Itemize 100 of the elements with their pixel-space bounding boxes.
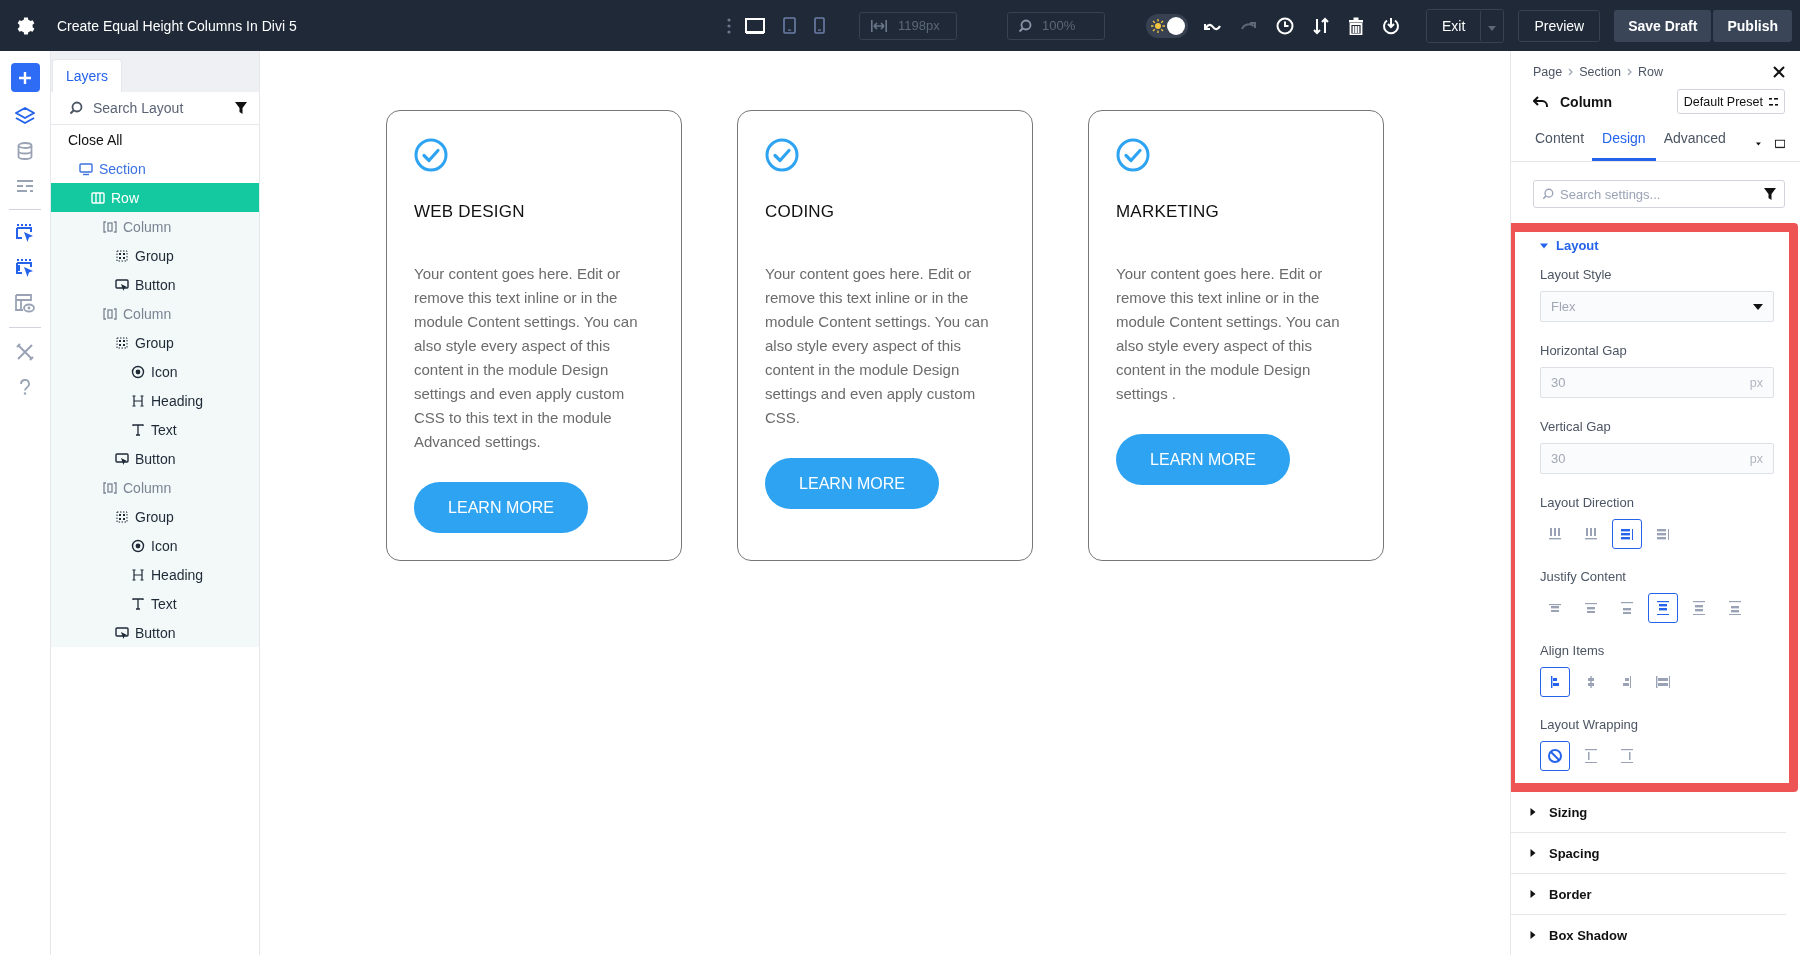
align-option-icon [1551, 676, 1559, 688]
more-options-icon[interactable] [727, 17, 731, 34]
sun-icon [1151, 18, 1166, 33]
settings-tab[interactable]: Advanced [1661, 126, 1728, 161]
element-name: Column [1560, 93, 1613, 110]
field-label: Vertical Gap [1540, 419, 1612, 434]
trash-icon[interactable] [1348, 16, 1365, 35]
plus-icon [18, 70, 32, 85]
section-layer-icon [79, 161, 93, 176]
direction-option-icon [1656, 528, 1670, 540]
settings-group-toggle[interactable]: Box Shadow [1511, 915, 1786, 955]
justify-option-icon [1693, 600, 1705, 616]
layer-item[interactable]: Column [51, 299, 259, 328]
check-circle-icon [414, 138, 448, 172]
field-label: Justify Content [1540, 569, 1627, 584]
save-draft-button[interactable]: Save Draft [1614, 9, 1712, 42]
breadcrumb-link[interactable]: Page [1533, 65, 1563, 79]
icon-layer-icon [131, 364, 145, 379]
publish-button[interactable]: Publish [1713, 9, 1792, 42]
justify-option-icon [1549, 603, 1561, 613]
layer-item[interactable]: Text [51, 415, 259, 444]
layer-item[interactable]: Button [51, 270, 259, 299]
direction-option-button[interactable] [1612, 519, 1642, 549]
layer-item[interactable]: Section [51, 154, 259, 183]
breadcrumb-link[interactable]: Row [1637, 65, 1663, 79]
field-label: Align Items [1540, 643, 1606, 658]
history-icon[interactable] [1276, 16, 1295, 35]
column-layer-icon [103, 306, 117, 321]
column-layer-icon [103, 219, 117, 234]
check-circle-icon [1116, 138, 1150, 172]
sort-icon[interactable] [1312, 16, 1331, 35]
layer-item[interactable]: Column [51, 473, 259, 502]
align-option-icon [1622, 676, 1632, 688]
layer-item[interactable]: Icon [51, 531, 259, 560]
unit-label: px [1749, 375, 1763, 390]
settings-tab[interactable]: Content [1533, 126, 1587, 161]
layers-tab[interactable]: Layers [52, 59, 123, 92]
preview-button[interactable]: Preview [1518, 9, 1601, 42]
chevron-right-icon [1568, 68, 1574, 76]
layout-group-toggle[interactable]: Layout [1540, 238, 1599, 253]
card-heading: MARKETING [1116, 202, 1219, 222]
row-layer-icon [91, 190, 105, 205]
card-text: Your content goes here. Edit or remove this text inline or in the module Content settings. You can also style every aspect of this content in the module Design settings and even apply custom CSS. [765, 264, 990, 428]
justify-option-icon [1585, 602, 1597, 614]
field-label: Layout Direction [1540, 495, 1635, 510]
align-option-icon [1655, 676, 1671, 688]
settings-group-toggle[interactable]: Sizing [1511, 792, 1786, 833]
group-layer-icon [115, 335, 129, 350]
search-layout-field[interactable]: Search Layout [91, 99, 227, 117]
justify-option-icon [1621, 601, 1633, 615]
filter-icon[interactable] [235, 102, 247, 114]
justify-option-button[interactable] [1648, 593, 1678, 623]
icon-layer-icon [131, 538, 145, 553]
settings-tab[interactable]: Design [1592, 126, 1656, 161]
preset-button[interactable]: Default Preset [1676, 89, 1785, 114]
width-icon [870, 18, 888, 33]
layer-item[interactable]: Heading [51, 560, 259, 589]
add-button[interactable] [10, 63, 40, 92]
justify-option-icon [1657, 600, 1669, 616]
power-icon[interactable] [1382, 16, 1401, 35]
layer-item[interactable]: Heading [51, 386, 259, 415]
close-icon[interactable] [1773, 66, 1785, 78]
align-option-button[interactable] [1540, 667, 1570, 697]
back-arrow-icon[interactable] [1533, 95, 1548, 108]
theme-toggle[interactable] [1146, 13, 1189, 38]
wrap-option-icon [1621, 748, 1633, 764]
caret-icon [1540, 241, 1548, 250]
heading-layer-icon [131, 393, 145, 408]
layer-item[interactable]: Icon [51, 357, 259, 386]
layer-item[interactable]: Group [51, 502, 259, 531]
card-heading: CODING [765, 202, 835, 222]
layer-item[interactable]: Group [51, 241, 259, 270]
search-icon [69, 101, 83, 115]
layer-item[interactable]: Group [51, 328, 259, 357]
field-label: Layout Style [1540, 267, 1613, 282]
filter-icon[interactable] [1764, 188, 1776, 200]
direction-option-icon [1620, 528, 1634, 540]
card-heading: WEB DESIGN [414, 202, 525, 222]
field-label: Layout Wrapping [1540, 717, 1640, 732]
caret-icon [1529, 849, 1537, 857]
search-settings-field[interactable]: Search settings... [1533, 180, 1785, 208]
page-title: Create Equal Height Columns In Divi 5 [57, 17, 297, 34]
search-icon [1542, 188, 1554, 200]
settings-group-toggle[interactable]: Spacing [1511, 833, 1786, 874]
layer-item[interactable]: Button [51, 618, 259, 647]
settings-group-toggle[interactable]: Border [1511, 874, 1786, 915]
wrap-option-button[interactable] [1540, 741, 1570, 771]
settings-icon[interactable] [17, 16, 35, 35]
align-option-icon [1588, 676, 1594, 688]
check-circle-icon [765, 138, 799, 172]
layer-item[interactable]: Text [51, 589, 259, 618]
card-text: Your content goes here. Edit or remove this text inline or in the module Content settings. You can also style every aspect of this content in the module Design settings . [1116, 264, 1341, 404]
layer-item[interactable]: Column [51, 212, 259, 241]
close-all-button[interactable]: Close All [51, 125, 140, 154]
layer-item[interactable]: Button [51, 444, 259, 473]
breadcrumb-link[interactable]: Section [1579, 65, 1621, 79]
caret-icon[interactable] [1755, 140, 1761, 147]
unit-label: px [1749, 451, 1763, 466]
direction-option-icon [1549, 528, 1561, 540]
group-layer-icon [115, 248, 129, 263]
